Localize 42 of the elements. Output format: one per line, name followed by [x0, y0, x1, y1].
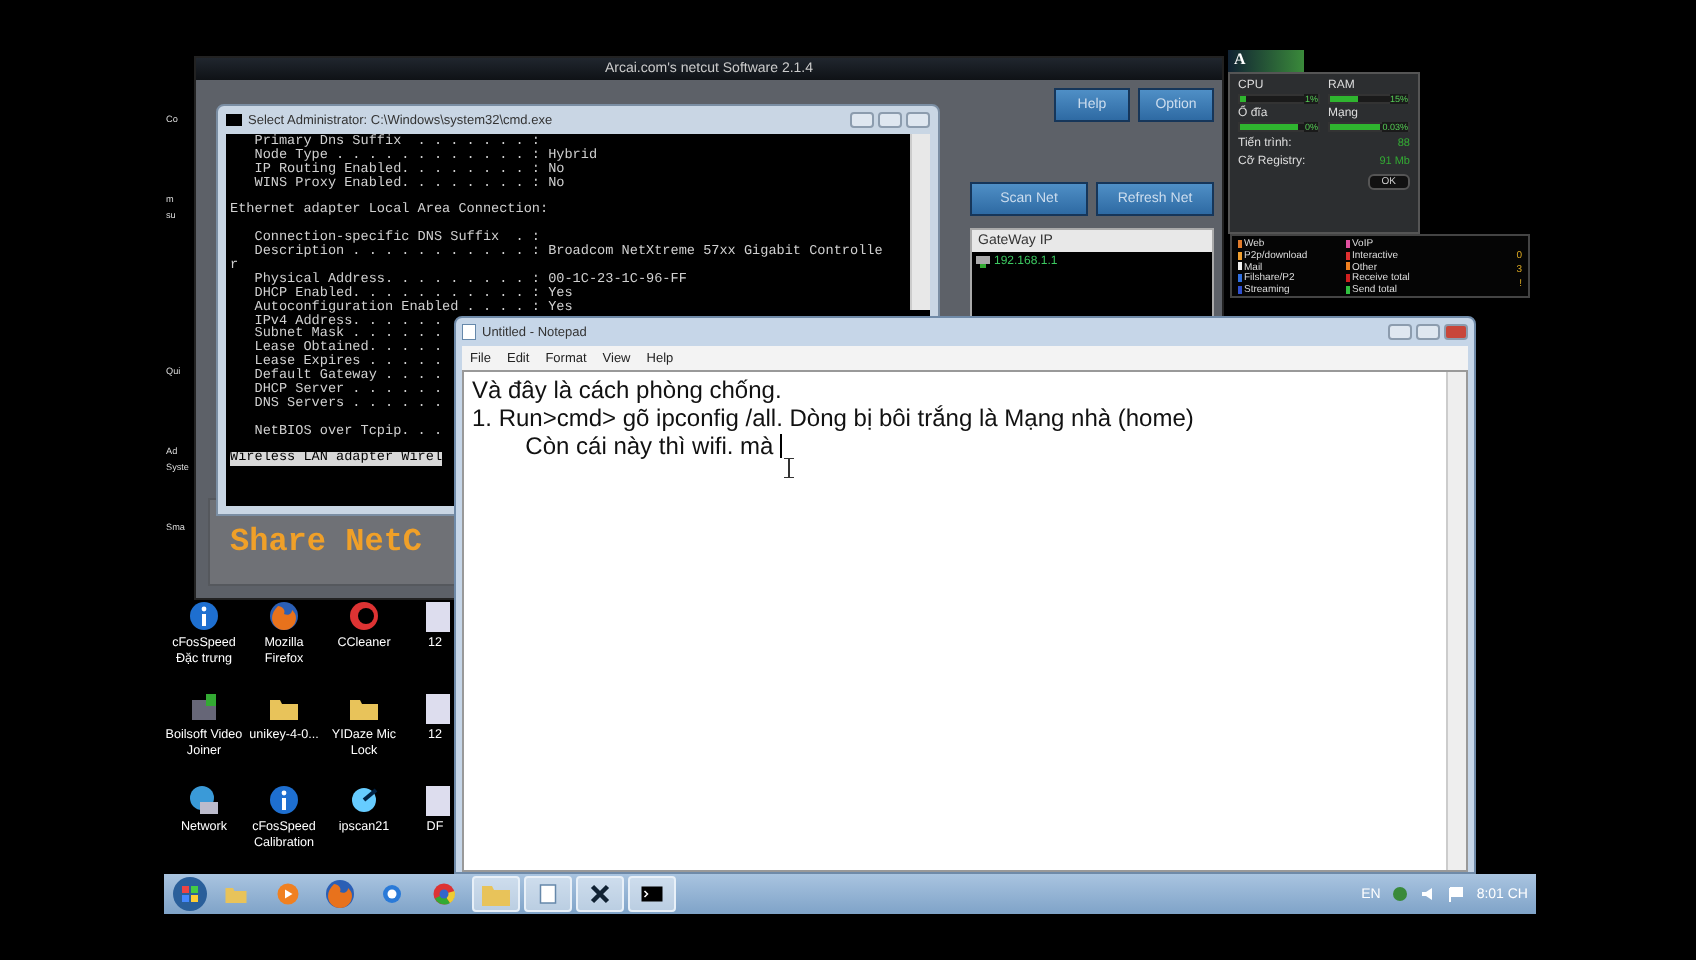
close-button[interactable]: [906, 112, 930, 128]
folder-icon[interactable]: [224, 882, 248, 906]
file-icon: [421, 692, 449, 724]
close-button[interactable]: [1444, 324, 1468, 340]
text-line: Và đây là cách phòng chống.: [472, 376, 782, 404]
radar-icon: [348, 784, 380, 816]
scrollbar[interactable]: [1446, 372, 1466, 870]
terminal-icon[interactable]: [640, 882, 664, 906]
taskbar-button[interactable]: [576, 876, 624, 912]
browser-icon[interactable]: [432, 882, 456, 906]
c-logo-icon: [348, 600, 380, 632]
notepad-icon[interactable]: [536, 882, 560, 906]
globe-icon[interactable]: [1392, 886, 1409, 902]
text-line: 1. Run>cmd> gõ ipconfig /all. Dòng bị bôi trắng là Mạng nhà (home): [472, 404, 1194, 432]
info-icon: [268, 784, 300, 816]
maximize-button[interactable]: [878, 112, 902, 128]
gadget-header: A: [1228, 50, 1304, 72]
terminal-icon: [226, 114, 242, 126]
x-logo-icon[interactable]: [588, 882, 612, 906]
flag-icon[interactable]: [1448, 886, 1465, 902]
globe-fox-icon: [324, 878, 356, 910]
minimize-button[interactable]: [1388, 324, 1412, 340]
file-icon: [421, 600, 449, 632]
maximize-button[interactable]: [1416, 324, 1440, 340]
computer-icon: [976, 256, 990, 268]
text-line: Còn cái này thì wifi. mà: [523, 432, 776, 460]
speaker-icon[interactable]: [1420, 886, 1437, 902]
start-button-icon[interactable]: [172, 876, 208, 912]
notepad-icon: [462, 324, 476, 340]
taskbar-button[interactable]: [628, 876, 676, 912]
application-icon: [188, 692, 220, 724]
e-logo-icon[interactable]: [380, 882, 404, 906]
media-player-icon[interactable]: [276, 882, 300, 906]
globe-fox-icon: [268, 600, 300, 632]
minimize-button[interactable]: [850, 112, 874, 128]
banner-text: Share NetC: [230, 524, 423, 560]
text-caret: [780, 434, 783, 458]
network-icon: [188, 784, 220, 816]
i-beam-cursor-icon: [784, 458, 794, 478]
scrollbar[interactable]: [910, 134, 930, 310]
file-icon: [421, 784, 449, 816]
info-icon: [188, 600, 220, 632]
